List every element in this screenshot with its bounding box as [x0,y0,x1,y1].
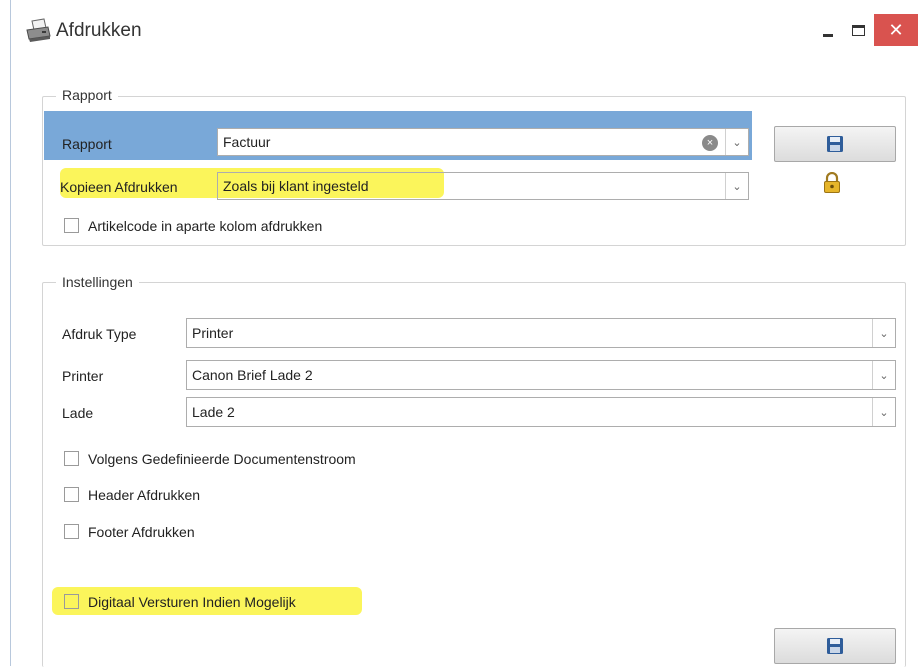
header-checkbox[interactable] [64,487,79,502]
printer-icon [24,18,52,44]
chevron-down-icon[interactable]: ⌄ [872,319,895,347]
save-settings-button[interactable] [774,628,896,664]
documentenstroom-label: Volgens Gedefinieerde Documentenstroom [88,451,356,467]
save-button[interactable] [774,126,896,162]
printer-label: Printer [62,368,104,384]
kopieen-value: Zoals bij klant ingesteld [223,178,369,194]
afdruk-type-label: Afdruk Type [62,326,137,342]
lade-combobox[interactable]: Lade 2 ⌄ [186,397,896,427]
afdruk-type-combobox[interactable]: Printer ⌄ [186,318,896,348]
header-label: Header Afdrukken [88,487,201,503]
close-button[interactable]: ✕ [874,14,918,46]
close-icon: ✕ [888,19,904,40]
window-left-border [0,0,11,666]
floppy-disk-icon [827,136,843,152]
floppy-disk-icon [827,638,843,654]
maximize-button[interactable] [842,14,874,46]
instellingen-group-label: Instellingen [56,274,139,290]
documentenstroom-checkbox[interactable] [64,451,79,466]
padlock-icon [823,171,841,194]
rapport-value: Factuur [223,134,271,150]
kopieen-label: Kopieen Afdrukken [60,179,178,195]
digitaal-label: Digitaal Versturen Indien Mogelijk [88,594,296,610]
maximize-icon [851,24,865,36]
minimize-icon [823,33,833,37]
lade-label: Lade [62,405,94,421]
digitaal-checkbox[interactable] [64,594,79,609]
artikelcode-label: Artikelcode in aparte kolom afdrukken [88,218,323,234]
rapport-label: Rapport [62,136,112,152]
chevron-down-icon[interactable]: ⌄ [725,173,748,199]
chevron-down-icon[interactable]: ⌄ [872,398,895,426]
printer-combobox[interactable]: Canon Brief Lade 2 ⌄ [186,360,896,390]
rapport-combobox[interactable]: Factuur × ⌄ [217,128,749,156]
title-bar [11,0,919,60]
chevron-down-icon[interactable]: ⌄ [872,361,895,389]
clear-icon[interactable]: × [702,135,718,151]
rapport-group-label: Rapport [56,87,118,103]
printer-value: Canon Brief Lade 2 [192,367,313,383]
kopieen-combobox[interactable]: Zoals bij klant ingesteld ⌄ [217,172,749,200]
afdruk-type-value: Printer [192,325,234,341]
lade-value: Lade 2 [192,404,235,420]
footer-checkbox[interactable] [64,524,79,539]
artikelcode-checkbox[interactable] [64,218,79,233]
chevron-down-icon[interactable]: ⌄ [725,129,748,155]
footer-label: Footer Afdrukken [88,524,195,540]
window-title: Afdrukken [56,20,142,41]
